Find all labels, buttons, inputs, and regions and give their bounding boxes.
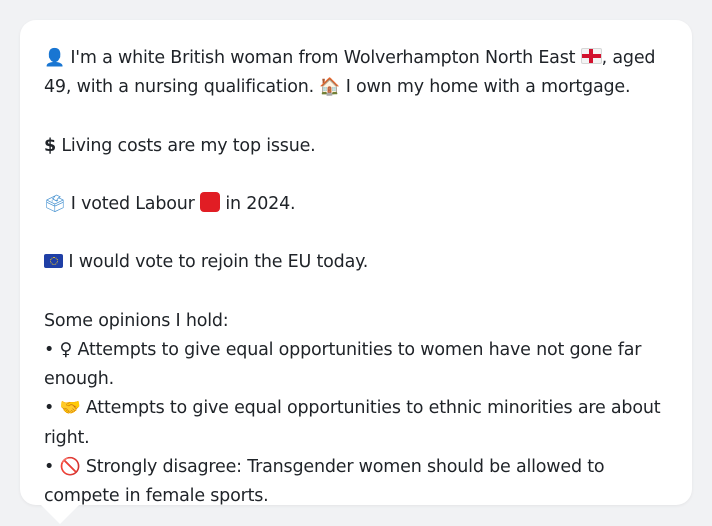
eu-paragraph: I would vote to rejoin the EU today. — [44, 248, 674, 277]
opinion-text: Attempts to give equal opportunities to … — [44, 398, 661, 448]
bullet: • — [44, 398, 55, 419]
intro-line: I'm a white British woman from Wolverham… — [70, 48, 576, 68]
opinion-text: Attempts to give equal opportunities to … — [44, 339, 642, 390]
profile-card: 👤 I'm a white British woman from Wolverh… — [20, 20, 692, 506]
profile-text: 👤 I'm a white British woman from Wolverh… — [44, 44, 674, 511]
no-entry-icon: 🚫 — [59, 456, 81, 477]
opinion-item: • ♀ Attempts to give equal opportunities… — [44, 336, 674, 394]
red-square-icon — [200, 191, 221, 212]
person-icon: 👤 — [44, 48, 65, 68]
bullet: • — [44, 339, 55, 360]
female-sign-icon: ♀ — [59, 339, 73, 360]
vote-year: in 2024. — [225, 193, 296, 214]
opinions-heading: Some opinions I hold: — [44, 310, 229, 331]
house-icon: 🏠 — [319, 77, 341, 98]
handshake-icon: 🤝 — [59, 398, 81, 419]
opinion-item: • 🚫 Strongly disagree: Transgender women… — [44, 453, 674, 511]
top-issue: Living costs are my top issue. — [61, 135, 316, 156]
bullet: • — [44, 456, 55, 477]
opinion-text: Strongly disagree: Transgender women sho… — [44, 456, 605, 506]
ballot-box-icon: 🗳 — [44, 193, 66, 214]
opinion-item: • 🤝 Attempts to give equal opportunities… — [44, 394, 674, 452]
vote-paragraph: 🗳 I voted Labour in 2024. — [44, 190, 674, 219]
vote-text: I voted Labour — [70, 193, 195, 214]
eu-flag-icon — [44, 254, 63, 269]
issue-paragraph: $ Living costs are my top issue. — [44, 132, 674, 161]
home-ownership: I own my home with a mortgage. — [345, 77, 631, 98]
intro-paragraph: 👤 I'm a white British woman from Wolverh… — [44, 44, 674, 102]
eu-stance: I would vote to rejoin the EU today. — [68, 252, 369, 273]
bubble-tail — [40, 504, 80, 524]
dollar-icon: $ — [44, 135, 56, 156]
england-flag-icon — [580, 48, 602, 64]
